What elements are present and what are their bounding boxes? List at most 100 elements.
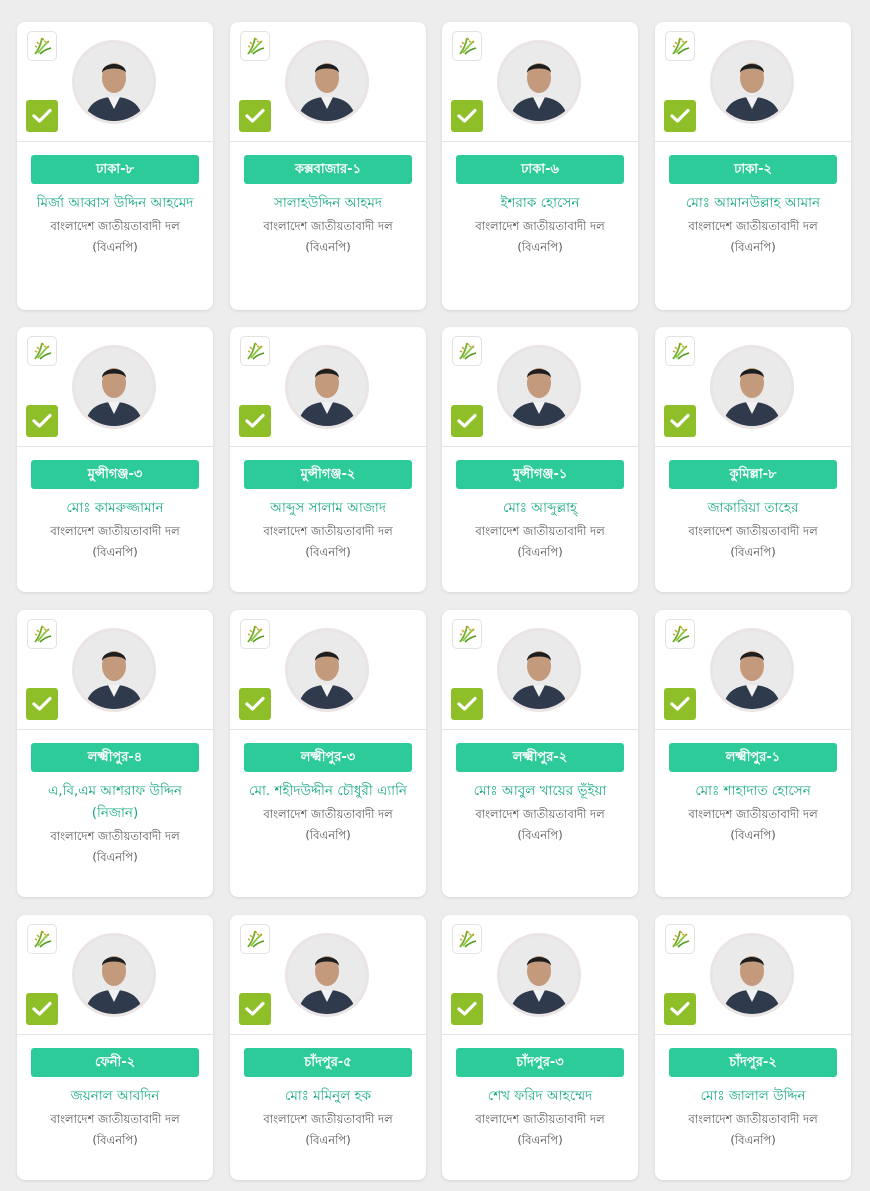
constituency-badge: ঢাকা-৬ (456, 155, 624, 184)
constituency-badge: মুন্সীগঞ্জ-৩ (31, 460, 199, 489)
candidate-name[interactable]: মির্জা আব্বাস উদ্দিন আহমেদ (31, 192, 199, 214)
party-name: বাংলাদেশ জাতীয়তাবাদী দল (688, 807, 818, 821)
candidate-name[interactable]: জাকারিয়া তাহের (669, 497, 837, 519)
card-header (17, 915, 213, 1035)
constituency-badge: চাঁদপুর-৫ (244, 1048, 412, 1077)
candidate-card-9[interactable]: লক্ষ্মীপুর-৪ এ,বি,এম আশরাফ উদ্দিন (নিজান… (17, 610, 213, 897)
candidate-card-2[interactable]: কক্সবাজার-১ সালাহউদ্দিন আহমদ বাংলাদেশ জা… (230, 22, 426, 310)
candidate-card-6[interactable]: মুন্সীগঞ্জ-২ আব্দুস সালাম আজাদ বাংলাদেশ … (230, 327, 426, 592)
candidate-name[interactable]: সালাহউদ্দিন আহমদ (244, 192, 412, 214)
checkmark-icon (664, 688, 696, 720)
candidate-card-5[interactable]: মুন্সীগঞ্জ-৩ মোঃ কামরুজ্জামান বাংলাদেশ জ… (17, 327, 213, 592)
party-name: বাংলাদেশ জাতীয়তাবাদী দল (475, 1112, 605, 1126)
checkmark-icon (26, 688, 58, 720)
card-header (655, 610, 851, 730)
candidate-photo (72, 933, 156, 1017)
party-abbreviation: (বিএনপি) (305, 1133, 351, 1147)
party-name: বাংলাদেশ জাতীয়তাবাদী দল (50, 829, 180, 843)
card-header (655, 915, 851, 1035)
candidate-name[interactable]: মো. শহীদউদ্দীন চৌধুরী এ্যানি (244, 780, 412, 802)
party-name: বাংলাদেশ জাতীয়তাবাদী দল (688, 1112, 818, 1126)
constituency-badge: লক্ষ্মীপুর-১ (669, 743, 837, 772)
card-header (17, 610, 213, 730)
candidate-name[interactable]: মোঃ শাহাদাত হোসেন (669, 780, 837, 802)
candidate-photo (497, 628, 581, 712)
card-header (230, 327, 426, 447)
party-abbreviation: (বিএনপি) (730, 545, 776, 559)
candidate-name[interactable]: মোঃ আবুল খায়ের ভূঁইয়া (456, 780, 624, 802)
candidate-photo (285, 40, 369, 124)
candidate-photo (497, 345, 581, 429)
party-name: বাংলাদেশ জাতীয়তাবাদী দল (50, 524, 180, 538)
card-body: লক্ষ্মীপুর-৩ মো. শহীদউদ্দীন চৌধুরী এ্যান… (230, 730, 426, 846)
paddy-sheaf-icon (665, 336, 695, 366)
candidate-name[interactable]: মোঃ জালাল উদ্দিন (669, 1085, 837, 1107)
paddy-sheaf-icon (452, 619, 482, 649)
candidate-card-8[interactable]: কুমিল্লা-৮ জাকারিয়া তাহের বাংলাদেশ জাতী… (655, 327, 851, 592)
card-body: মুন্সীগঞ্জ-১ মোঃ আব্দুল্লাহ্ বাংলাদেশ জা… (442, 447, 638, 563)
candidate-card-7[interactable]: মুন্সীগঞ্জ-১ মোঃ আব্দুল্লাহ্ বাংলাদেশ জা… (442, 327, 638, 592)
candidate-photo (285, 628, 369, 712)
candidate-name[interactable]: জয়নাল আবদিন (31, 1085, 199, 1107)
party-name: বাংলাদেশ জাতীয়তাবাদী দল (475, 219, 605, 233)
card-body: মুন্সীগঞ্জ-৩ মোঃ কামরুজ্জামান বাংলাদেশ জ… (17, 447, 213, 563)
card-body: মুন্সীগঞ্জ-২ আব্দুস সালাম আজাদ বাংলাদেশ … (230, 447, 426, 563)
candidate-card-16[interactable]: চাঁদপুর-২ মোঃ জালাল উদ্দিন বাংলাদেশ জাতী… (655, 915, 851, 1180)
card-header (442, 915, 638, 1035)
party-name: বাংলাদেশ জাতীয়তাবাদী দল (263, 807, 393, 821)
constituency-badge: চাঁদপুর-২ (669, 1048, 837, 1077)
card-header (17, 22, 213, 142)
candidate-photo (285, 345, 369, 429)
party-abbreviation: (বিএনপি) (92, 240, 138, 254)
candidate-name[interactable]: মোঃ মমিনুল হক (244, 1085, 412, 1107)
candidate-photo (710, 345, 794, 429)
candidate-name[interactable]: শেখ ফরিদ আহম্মেদ (456, 1085, 624, 1107)
candidate-card-11[interactable]: লক্ষ্মীপুর-২ মোঃ আবুল খায়ের ভূঁইয়া বাং… (442, 610, 638, 897)
constituency-badge: ঢাকা-২ (669, 155, 837, 184)
party-abbreviation: (বিএনপি) (517, 545, 563, 559)
constituency-badge: কুমিল্লা-৮ (669, 460, 837, 489)
candidate-card-14[interactable]: চাঁদপুর-৫ মোঃ মমিনুল হক বাংলাদেশ জাতীয়ত… (230, 915, 426, 1180)
checkmark-icon (451, 993, 483, 1025)
candidate-card-1[interactable]: ঢাকা-৮ মির্জা আব্বাস উদ্দিন আহমেদ বাংলাদ… (17, 22, 213, 310)
checkmark-icon (664, 100, 696, 132)
candidate-photo (72, 345, 156, 429)
party-abbreviation: (বিএনপি) (305, 828, 351, 842)
candidate-card-15[interactable]: চাঁদপুর-৩ শেখ ফরিদ আহম্মেদ বাংলাদেশ জাতী… (442, 915, 638, 1180)
constituency-badge: লক্ষ্মীপুর-২ (456, 743, 624, 772)
candidate-name[interactable]: এ,বি,এম আশরাফ উদ্দিন (নিজান) (31, 780, 199, 824)
checkmark-icon (451, 405, 483, 437)
party-name: বাংলাদেশ জাতীয়তাবাদী দল (688, 219, 818, 233)
candidate-name[interactable]: আব্দুস সালাম আজাদ (244, 497, 412, 519)
candidate-name[interactable]: মোঃ আমানউল্লাহ আমান (669, 192, 837, 214)
candidate-name[interactable]: ইশরাক হোসেন (456, 192, 624, 214)
party-name: বাংলাদেশ জাতীয়তাবাদী দল (263, 219, 393, 233)
card-body: লক্ষ্মীপুর-৪ এ,বি,এম আশরাফ উদ্দিন (নিজান… (17, 730, 213, 868)
party-name: বাংলাদেশ জাতীয়তাবাদী দল (50, 1112, 180, 1126)
card-body: ফেনী-২ জয়নাল আবদিন বাংলাদেশ জাতীয়তাবাদ… (17, 1035, 213, 1151)
card-header (230, 915, 426, 1035)
party-abbreviation: (বিএনপি) (517, 1133, 563, 1147)
candidate-photo (497, 40, 581, 124)
party-abbreviation: (বিএনপি) (517, 240, 563, 254)
party-name: বাংলাদেশ জাতীয়তাবাদী দল (263, 524, 393, 538)
candidate-card-3[interactable]: ঢাকা-৬ ইশরাক হোসেন বাংলাদেশ জাতীয়তাবাদী… (442, 22, 638, 310)
candidate-card-12[interactable]: লক্ষ্মীপুর-১ মোঃ শাহাদাত হোসেন বাংলাদেশ … (655, 610, 851, 897)
card-body: কক্সবাজার-১ সালাহউদ্দিন আহমদ বাংলাদেশ জা… (230, 142, 426, 258)
candidate-name[interactable]: মোঃ আব্দুল্লাহ্ (456, 497, 624, 519)
candidate-name[interactable]: মোঃ কামরুজ্জামান (31, 497, 199, 519)
paddy-sheaf-icon (27, 31, 57, 61)
paddy-sheaf-icon (240, 336, 270, 366)
checkmark-icon (26, 100, 58, 132)
party-abbreviation: (বিএনপি) (92, 1133, 138, 1147)
candidate-card-4[interactable]: ঢাকা-২ মোঃ আমানউল্লাহ আমান বাংলাদেশ জাতী… (655, 22, 851, 310)
checkmark-icon (451, 100, 483, 132)
candidate-card-13[interactable]: ফেনী-২ জয়নাল আবদিন বাংলাদেশ জাতীয়তাবাদ… (17, 915, 213, 1180)
candidate-photo (710, 628, 794, 712)
constituency-badge: মুন্সীগঞ্জ-১ (456, 460, 624, 489)
candidate-card-10[interactable]: লক্ষ্মীপুর-৩ মো. শহীদউদ্দীন চৌধুরী এ্যান… (230, 610, 426, 897)
checkmark-icon (239, 993, 271, 1025)
card-body: ঢাকা-২ মোঃ আমানউল্লাহ আমান বাংলাদেশ জাতী… (655, 142, 851, 258)
party-name: বাংলাদেশ জাতীয়তাবাদী দল (475, 807, 605, 821)
constituency-badge: মুন্সীগঞ্জ-২ (244, 460, 412, 489)
